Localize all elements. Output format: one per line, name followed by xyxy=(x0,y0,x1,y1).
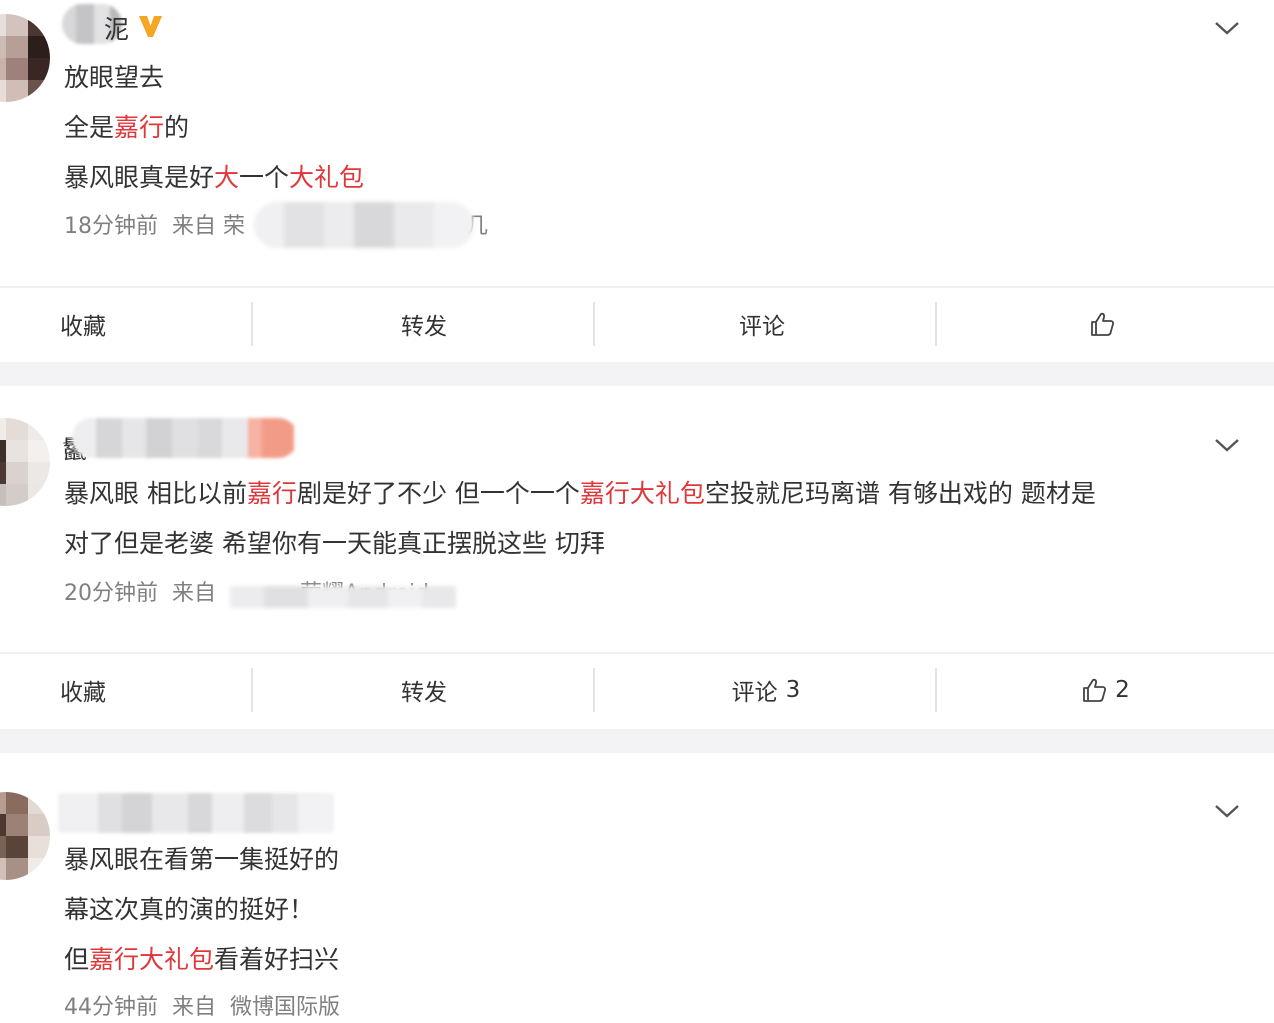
post-content-line: 暴风眼 相比以前嘉行剧是好了不少 但一个一个嘉行大礼包空投就尼玛离谱 有够出戏的… xyxy=(64,477,1096,511)
post-content-line: 对了但是老婆 希望你有一天能真正摆脱这些 切拜 xyxy=(64,527,605,561)
favorite-label: 收藏 xyxy=(60,314,106,340)
post-time[interactable]: 18分钟前 xyxy=(64,214,158,239)
post-meta: 20分钟前 来自 xyxy=(64,579,216,609)
comment-count: 3 xyxy=(785,677,801,703)
post-content-line: 全是嘉行的 xyxy=(64,111,189,145)
post-content-line: 幕这次真的演的挺好！ xyxy=(64,893,314,927)
chevron-down-icon[interactable] xyxy=(1214,803,1240,819)
content-text: 看着好扫兴 xyxy=(214,945,340,974)
like-button[interactable]: 2 xyxy=(937,668,1274,712)
comment-button[interactable]: 评论 xyxy=(595,302,937,346)
thumbs-up-icon xyxy=(1083,678,1107,702)
post-separator xyxy=(0,729,1274,753)
content-text: 空投就尼玛离谱 有够出戏的 题材是 xyxy=(704,479,1096,508)
content-text: 对了但是老婆 希望你有一天能真正摆脱这些 切拜 xyxy=(64,529,605,558)
weibo-post-3: 暴风眼在看第一集挺好的 幕这次真的演的挺好！ 但嘉行大礼包看着好扫兴 44分钟前… xyxy=(0,753,1274,1020)
username-blurred[interactable] xyxy=(72,418,298,458)
content-text: 一个 xyxy=(239,163,290,192)
highlighted-keyword[interactable]: 嘉行大礼包 xyxy=(580,479,705,508)
content-text: 剧是好了不少 但一个一个 xyxy=(296,479,580,508)
action-bar: 收藏 转发 评论 xyxy=(0,286,1274,360)
highlighted-keyword[interactable]: 嘉行大礼包 xyxy=(89,945,214,974)
post-content-line: 暴风眼在看第一集挺好的 xyxy=(64,843,339,877)
content-text: 但 xyxy=(64,945,90,974)
highlighted-keyword[interactable]: 嘉行 xyxy=(114,113,164,142)
chevron-down-icon[interactable] xyxy=(1214,20,1240,36)
avatar[interactable] xyxy=(0,792,50,880)
repost-label: 转发 xyxy=(401,680,447,706)
post-content-line: 放眼望去 xyxy=(64,61,164,95)
username-blurred[interactable] xyxy=(58,793,334,833)
content-text: 放眼望去 xyxy=(64,63,165,92)
content-text: 的 xyxy=(164,113,190,142)
favorite-button[interactable]: 收藏 xyxy=(0,668,253,712)
post-meta: 18分钟前 来自 荣 xyxy=(64,212,245,242)
action-bar: 收藏 转发 评论 3 2 xyxy=(0,652,1274,726)
post-content-line: 但嘉行大礼包看着好扫兴 xyxy=(64,943,339,977)
avatar[interactable] xyxy=(0,418,50,506)
repost-button[interactable]: 转发 xyxy=(253,668,595,712)
like-button[interactable] xyxy=(937,302,1274,346)
post-meta: 44分钟前 来自 微博国际版 xyxy=(64,993,340,1023)
content-text: 幕这次真的演的挺好！ xyxy=(64,895,315,924)
post-separator xyxy=(0,362,1274,386)
favorite-label: 收藏 xyxy=(60,680,106,706)
source-device-blurred xyxy=(254,202,474,248)
content-text: 暴风眼真是好 xyxy=(64,163,215,192)
source-device-blurred xyxy=(230,586,456,608)
content-text: 暴风眼 相比以前 xyxy=(64,479,247,508)
post-source-prefix: 来自 荣 xyxy=(172,214,245,239)
comment-label: 评论 xyxy=(739,314,785,340)
verified-v-icon xyxy=(139,16,162,37)
highlighted-keyword[interactable]: 大礼包 xyxy=(289,163,364,192)
username-suffix[interactable]: 泥 xyxy=(104,10,129,46)
comment-button[interactable]: 评论 3 xyxy=(595,668,937,712)
repost-button[interactable]: 转发 xyxy=(253,302,595,346)
content-text: 全是 xyxy=(64,113,115,142)
avatar[interactable] xyxy=(0,14,50,102)
repost-label: 转发 xyxy=(401,314,447,340)
highlighted-keyword[interactable]: 嘉行 xyxy=(247,479,297,508)
comment-label: 评论 xyxy=(731,680,778,706)
content-text: 暴风眼在看第一集挺好的 xyxy=(64,845,340,874)
thumbs-up-icon xyxy=(1090,312,1114,336)
like-count: 2 xyxy=(1115,677,1130,703)
weibo-post-2: 鬣 暴风眼 相比以前嘉行剧是好了不少 但一个一个嘉行大礼包空投就尼玛离谱 有够出… xyxy=(0,386,1274,729)
post-time[interactable]: 20分钟前 xyxy=(64,581,158,606)
post-source-prefix: 来自 xyxy=(172,581,217,606)
weibo-post-1: 泥 放眼望去 全是嘉行的 暴风眼真是好大一个大礼包 18分钟前 来自 荣 几 收藏… xyxy=(0,0,1274,362)
chevron-down-icon[interactable] xyxy=(1214,437,1240,453)
post-content-line: 暴风眼真是好大一个大礼包 xyxy=(64,161,364,195)
favorite-button[interactable]: 收藏 xyxy=(0,302,253,346)
highlighted-keyword[interactable]: 大 xyxy=(214,163,239,192)
